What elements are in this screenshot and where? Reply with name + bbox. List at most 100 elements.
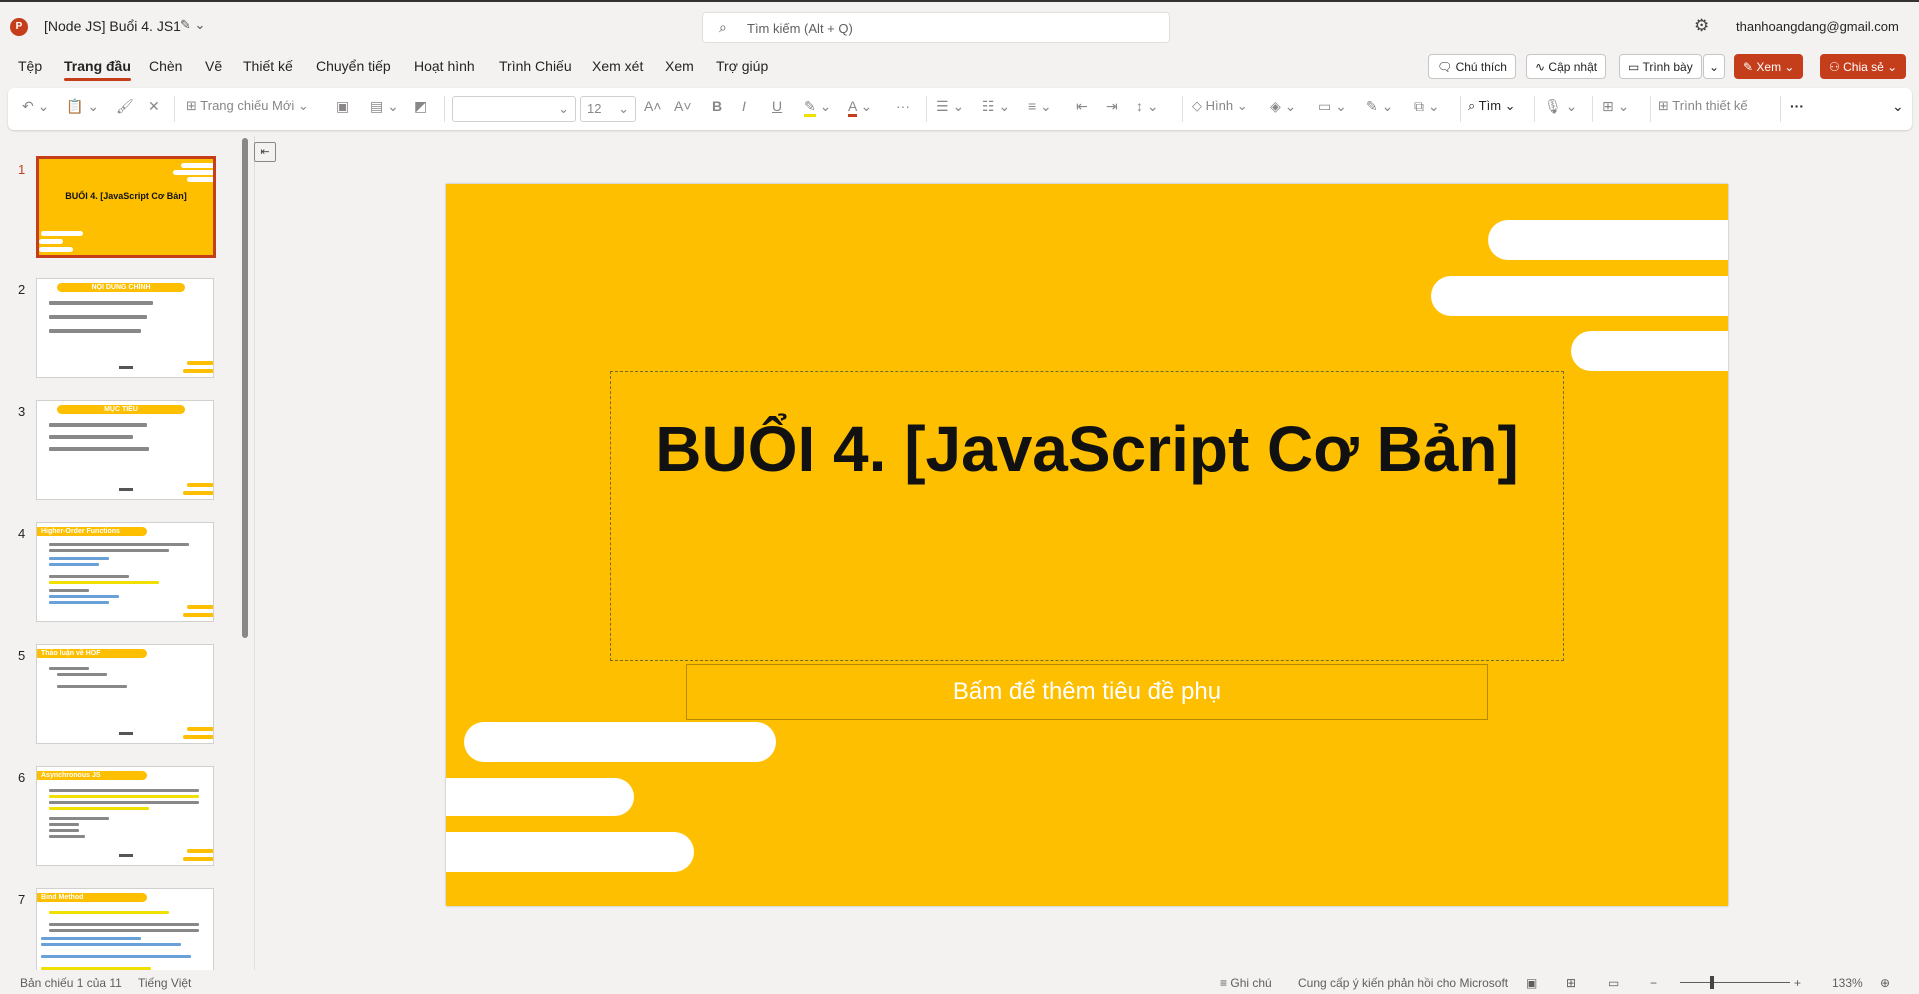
shape-outline-icon[interactable]: ▭ ⌄	[1318, 98, 1347, 115]
zoom-in-button[interactable]: +	[1794, 976, 1801, 990]
thumb-line	[49, 817, 109, 820]
menu-chen[interactable]: Chèn	[149, 58, 182, 74]
thumb-slide-5[interactable]: Thảo luận về HOF	[36, 644, 214, 744]
search-placeholder: Tìm kiếm (Alt + Q)	[747, 21, 853, 36]
section-icon[interactable]: ◩	[414, 98, 427, 115]
document-title[interactable]: [Node JS] Buổi 4. JS1	[44, 18, 181, 34]
addins-icon[interactable]: ⊞ ⌄	[1602, 98, 1629, 115]
search-box[interactable]: ⌕ Tìm kiếm (Alt + Q)	[702, 12, 1170, 43]
present-dropdown[interactable]: ⌄	[1703, 54, 1726, 79]
arrange-icon[interactable]: ⧉ ⌄	[1414, 98, 1440, 115]
thumbnail-scrollbar[interactable]	[242, 138, 248, 638]
doc-options-icon[interactable]: ✎ ⌄	[180, 17, 205, 33]
collapse-pane-icon[interactable]: ⇤	[254, 142, 276, 162]
underline-button[interactable]: U	[772, 98, 782, 114]
designer-button[interactable]: ⊞ Trình thiết kế	[1658, 98, 1748, 114]
decor-bar	[183, 491, 213, 495]
decor-bar	[183, 857, 213, 861]
thumb-title: Higher-Order Functions	[37, 527, 147, 536]
shape-fill-icon[interactable]: ◈ ⌄	[1270, 98, 1296, 115]
font-color-button[interactable]: A ⌄	[848, 98, 872, 117]
zoom-level[interactable]: 133%	[1832, 976, 1863, 990]
thumb-title: MỤC TIÊU	[57, 405, 185, 414]
shapes-button[interactable]: ◇ Hình ⌄	[1192, 98, 1248, 114]
bullets-icon[interactable]: ☰ ⌄	[936, 98, 964, 115]
italic-button[interactable]: I	[742, 98, 746, 114]
title-placeholder[interactable]: BUỔI 4. [JavaScript Cơ Bản]	[610, 371, 1564, 661]
slide-sorter-icon[interactable]: ⊞	[1566, 976, 1576, 990]
menu-chuyen-tiep[interactable]: Chuyển tiếp	[316, 58, 391, 74]
zoom-slider-thumb[interactable]	[1710, 976, 1714, 989]
decor-bar	[183, 735, 213, 739]
menu-ve[interactable]: Vẽ	[205, 58, 222, 74]
find-button[interactable]: ⌕ Tìm ⌄	[1468, 98, 1516, 114]
feedback-link[interactable]: Cung cấp ý kiến phản hồi cho Microsoft	[1298, 976, 1508, 990]
thumb-slide-6[interactable]: Asynchronous JS	[36, 766, 214, 866]
align-icon[interactable]: ≡ ⌄	[1028, 98, 1052, 115]
share-button[interactable]: ⚇ Chia sẻ ⌄	[1820, 54, 1907, 79]
paste-icon[interactable]: 📋 ⌄	[66, 98, 99, 115]
collapse-ribbon-icon[interactable]: ⌄	[1892, 98, 1904, 115]
thumb-line	[49, 447, 149, 451]
thumb-slide-4[interactable]: Higher-Order Functions	[36, 522, 214, 622]
zoom-out-button[interactable]: −	[1650, 976, 1657, 990]
user-account[interactable]: thanhoangdang@gmail.com	[1736, 19, 1899, 34]
subtitle-placeholder[interactable]: Bấm để thêm tiêu đề phụ	[686, 664, 1488, 720]
line-spacing-icon[interactable]: ↕ ⌄	[1136, 98, 1159, 115]
normal-view-icon[interactable]: ▣	[1526, 976, 1537, 990]
increase-indent-icon[interactable]: ⇥	[1106, 98, 1118, 115]
subtitle-text[interactable]: Bấm để thêm tiêu đề phụ	[687, 678, 1487, 706]
more-font-icon[interactable]: ···	[896, 98, 910, 114]
language-indicator[interactable]: Tiếng Việt	[138, 976, 191, 990]
comments-button[interactable]: 🗨 Chú thích	[1428, 54, 1516, 79]
thumb-line	[49, 807, 149, 810]
menu-tep[interactable]: Tệp	[18, 58, 42, 74]
more-options-icon[interactable]: ···	[1790, 98, 1804, 114]
font-name-box[interactable]: ⌄	[452, 96, 576, 122]
bold-button[interactable]: B	[712, 98, 722, 114]
fit-slide-icon[interactable]: ⊕	[1880, 976, 1890, 990]
undo-icon[interactable]: ↶ ⌄	[22, 98, 49, 115]
view-button[interactable]: ✎ Xem ⌄	[1734, 54, 1804, 79]
thumb-slide-7[interactable]: Bind Method	[36, 888, 214, 970]
notes-button[interactable]: ≡ Ghi chú	[1220, 976, 1272, 990]
font-size-box[interactable]: 12 ⌄	[580, 96, 636, 122]
title-bar: P [Node JS] Buổi 4. JS1 ✎ ⌄ ⌕ Tìm kiếm (…	[0, 0, 1919, 50]
decrease-font-icon[interactable]: A˅	[674, 98, 692, 114]
highlight-icon[interactable]: ✎ ⌄	[804, 98, 831, 117]
slide-title[interactable]: BUỔI 4. [JavaScript Cơ Bản]	[611, 412, 1563, 486]
decrease-indent-icon[interactable]: ⇤	[1076, 98, 1088, 115]
powerpoint-icon[interactable]: P	[10, 18, 28, 36]
thumb-line	[49, 563, 99, 566]
thumb-line	[49, 801, 199, 804]
slide-canvas[interactable]: BUỔI 4. [JavaScript Cơ Bản] Bấm để thêm …	[446, 184, 1728, 906]
thumb-number: 5	[18, 648, 26, 663]
new-slide-button[interactable]: ⊞ Trang chiếu Mới ⌄	[186, 98, 309, 114]
delete-icon[interactable]: ✕	[148, 98, 160, 115]
reading-view-icon[interactable]: ▭	[1608, 976, 1619, 990]
layout-icon[interactable]: ▤ ⌄	[370, 98, 399, 115]
menu-trinh-chieu[interactable]: Trình Chiếu	[499, 58, 572, 74]
slide-counter: Bản chiếu 1 của 11	[20, 976, 122, 990]
numbering-icon[interactable]: ☷ ⌄	[982, 98, 1010, 115]
menu-tro-giup[interactable]: Trợ giúp	[716, 58, 768, 74]
thumb-slide-2[interactable]: NỘI DUNG CHÍNH	[36, 278, 214, 378]
menu-hoat-hinh[interactable]: Hoạt hình	[414, 58, 475, 74]
increase-font-icon[interactable]: A˄	[644, 98, 662, 114]
update-button[interactable]: ∿ Cập nhật	[1526, 54, 1607, 79]
thumb-number: 4	[18, 526, 26, 541]
thumb-logo	[119, 488, 133, 491]
menu-xem-xet[interactable]: Xem xét	[592, 58, 643, 74]
present-button[interactable]: ▭ Trình bày	[1619, 54, 1702, 79]
dictate-icon[interactable]: 🎙 ⌄	[1544, 98, 1577, 115]
menu-xem[interactable]: Xem	[665, 58, 694, 74]
reuse-slides-icon[interactable]: ▣	[336, 98, 349, 115]
shape-effects-icon[interactable]: ✎ ⌄	[1366, 98, 1393, 115]
thumb-slide-1[interactable]: BUỔI 4. [JavaScript Cơ Bản]	[36, 156, 216, 258]
zoom-slider[interactable]	[1680, 982, 1790, 983]
gear-icon[interactable]: ⚙	[1694, 16, 1709, 36]
format-painter-icon[interactable]: 🖌	[116, 98, 134, 115]
menu-thiet-ke[interactable]: Thiết kế	[243, 58, 293, 74]
menu-trang-dau[interactable]: Trang đầu	[64, 58, 131, 81]
thumb-slide-3[interactable]: MỤC TIÊU	[36, 400, 214, 500]
